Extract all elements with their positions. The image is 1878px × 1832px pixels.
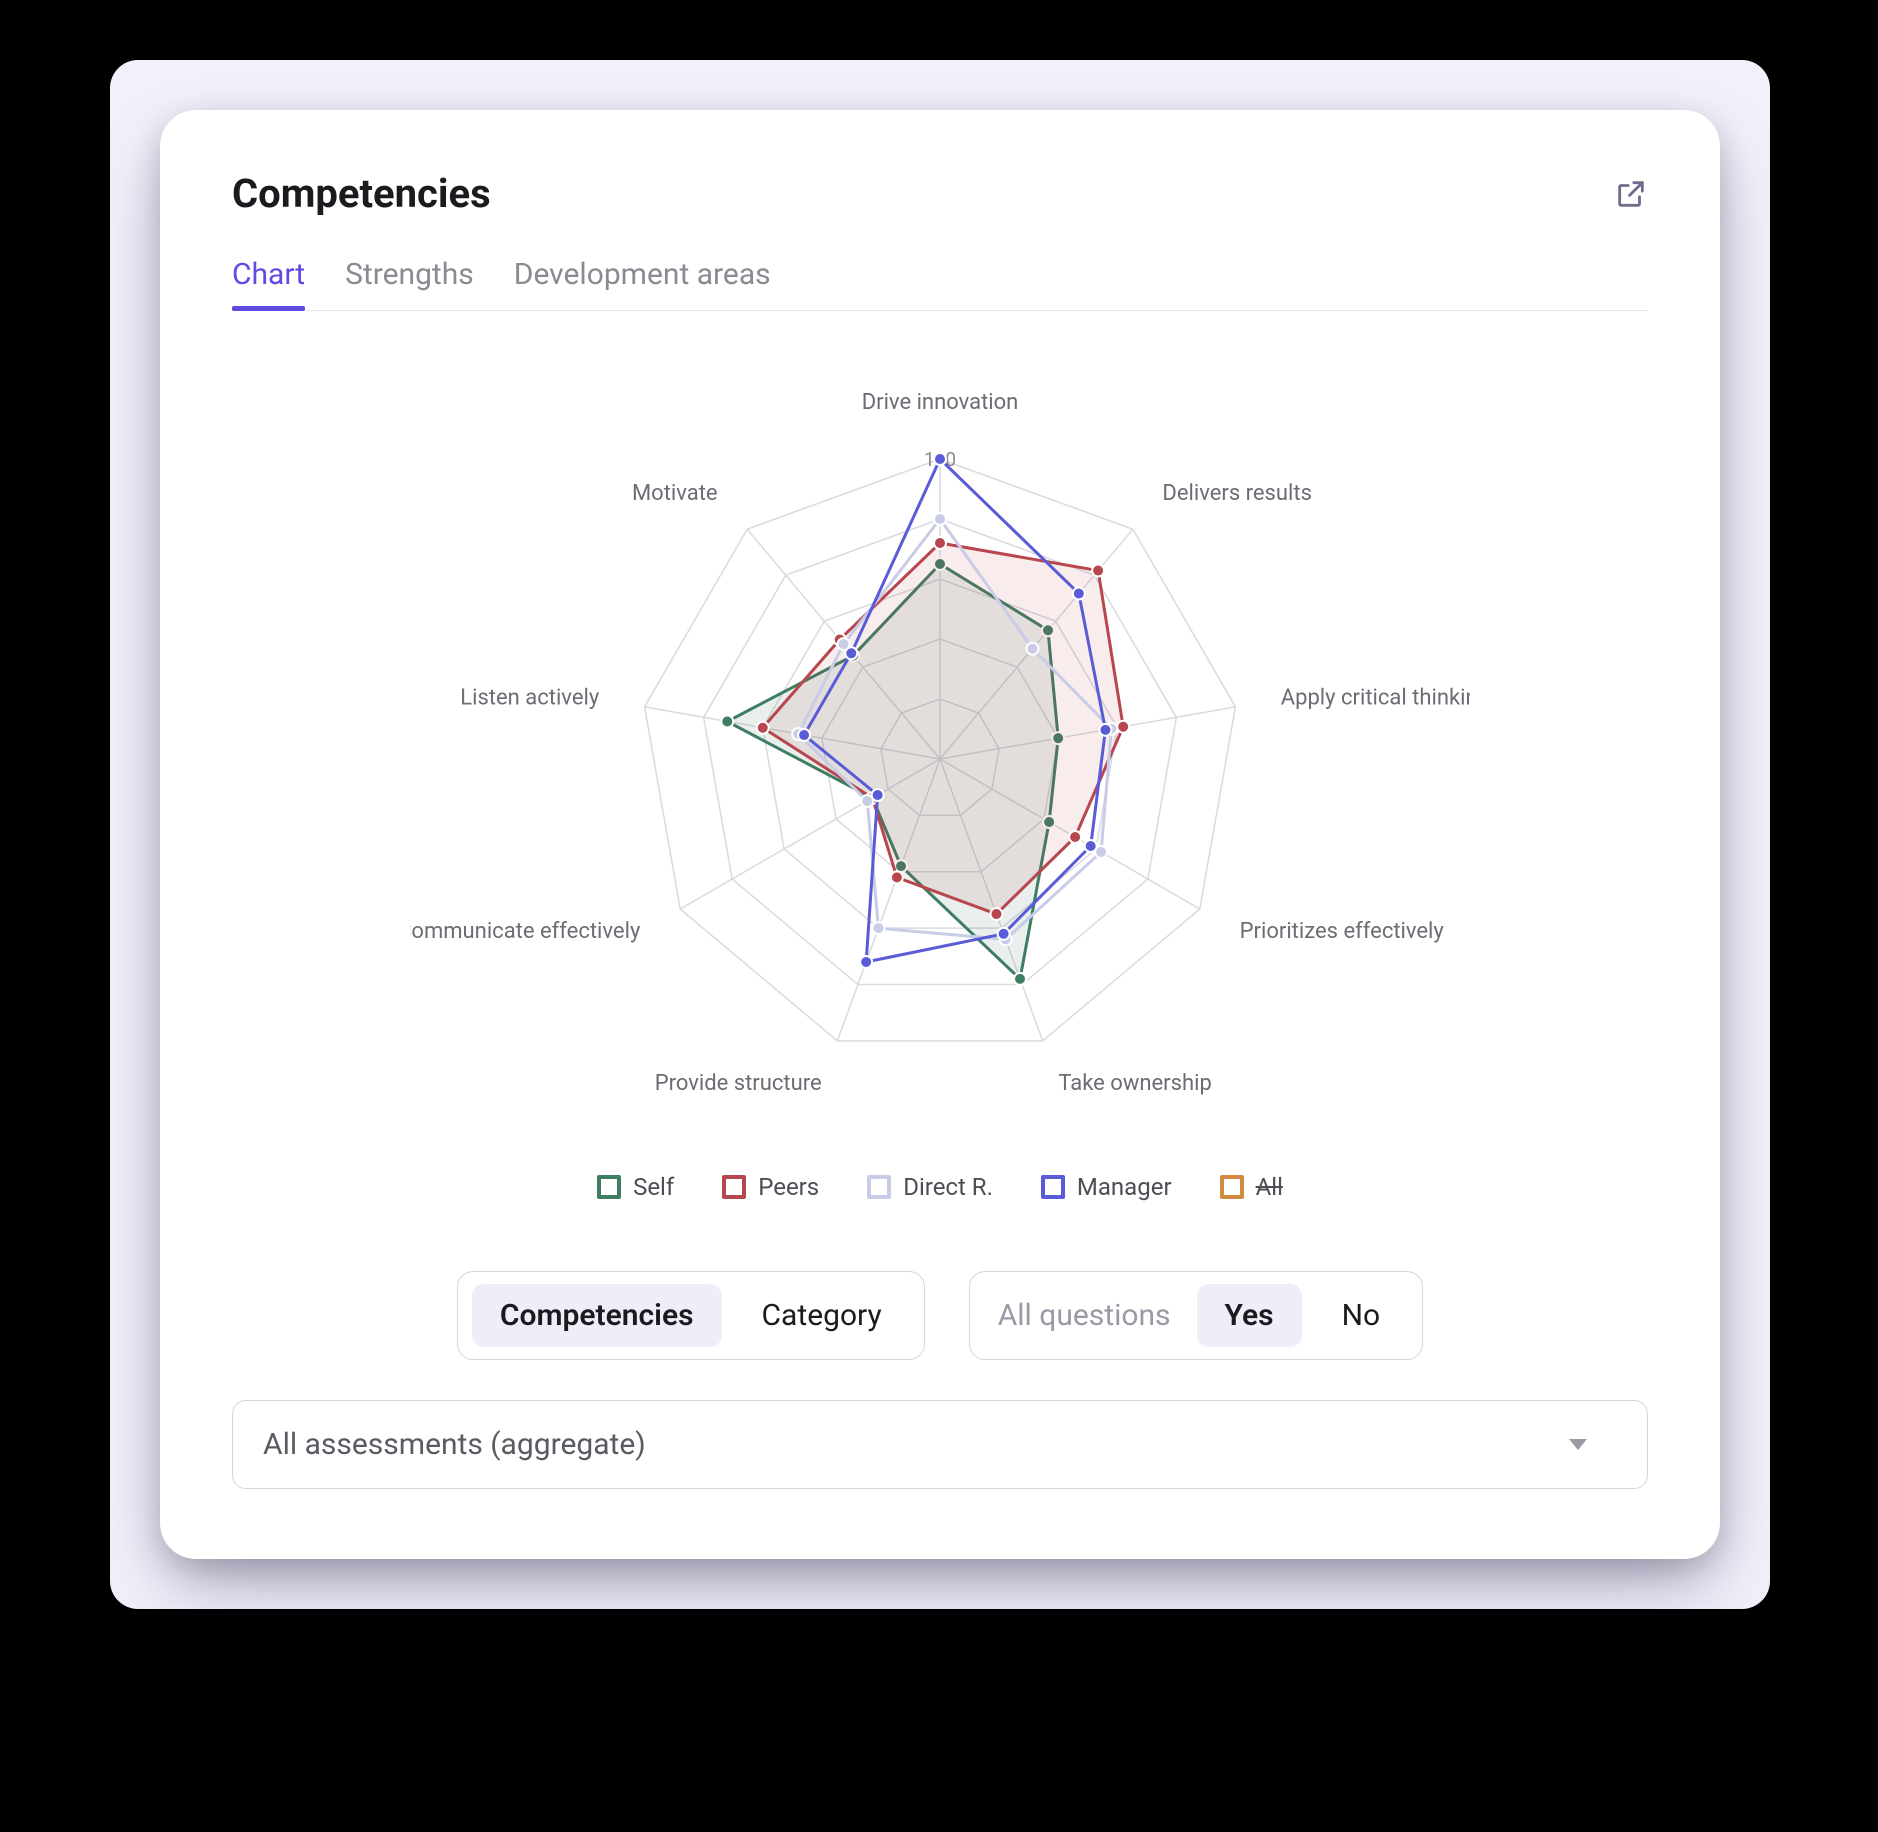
legend-swatch xyxy=(867,1175,891,1199)
legend-item[interactable]: Peers xyxy=(722,1173,819,1201)
svg-text:Listen actively: Listen actively xyxy=(460,686,600,711)
tab-development-areas[interactable]: Development areas xyxy=(514,257,771,310)
legend-swatch xyxy=(1220,1175,1244,1199)
tab-chart[interactable]: Chart xyxy=(232,257,305,310)
legend-label: Self xyxy=(633,1173,674,1201)
legend-item[interactable]: Direct R. xyxy=(867,1173,993,1201)
legend-label: Manager xyxy=(1077,1173,1172,1201)
legend-swatch xyxy=(597,1175,621,1199)
chart-legend: Self Peers Direct R. Manager All xyxy=(597,1173,1283,1201)
assessment-select-value: All assessments (aggregate) xyxy=(263,1427,646,1462)
segment-category[interactable]: Category xyxy=(734,1284,910,1347)
svg-text:Take ownership: Take ownership xyxy=(1058,1071,1211,1096)
competencies-card: Competencies Chart Strengths Development… xyxy=(160,110,1720,1559)
legend-swatch xyxy=(722,1175,746,1199)
assessment-select[interactable]: All assessments (aggregate) xyxy=(232,1400,1648,1489)
radar-chart: 100Drive innovationDelivers resultsApply… xyxy=(410,359,1470,1143)
legend-swatch xyxy=(1041,1175,1065,1199)
tab-strengths[interactable]: Strengths xyxy=(345,257,474,310)
svg-text:Apply critical thinking: Apply critical thinking xyxy=(1281,686,1470,711)
segment-competencies[interactable]: Competencies xyxy=(472,1284,722,1347)
segment-label-all-questions: All questions xyxy=(984,1298,1185,1333)
legend-item[interactable]: All xyxy=(1220,1173,1283,1201)
svg-text:Delivers results: Delivers results xyxy=(1162,481,1312,506)
segment-yes[interactable]: Yes xyxy=(1197,1284,1302,1347)
legend-label: Direct R. xyxy=(903,1173,993,1201)
card-tabs: Chart Strengths Development areas xyxy=(232,257,1648,311)
svg-text:Drive innovation: Drive innovation xyxy=(862,390,1019,415)
svg-text:Motivate: Motivate xyxy=(632,481,718,506)
all-questions-segmented: All questions Yes No xyxy=(969,1271,1423,1360)
card-title: Competencies xyxy=(232,170,491,217)
legend-label: Peers xyxy=(758,1173,819,1201)
chevron-down-icon xyxy=(1569,1439,1587,1450)
legend-item[interactable]: Manager xyxy=(1041,1173,1172,1201)
legend-label: All xyxy=(1256,1173,1283,1201)
open-external-icon[interactable] xyxy=(1614,177,1648,211)
svg-text:Prioritizes effectively: Prioritizes effectively xyxy=(1240,919,1445,944)
svg-text:Communicate effectively: Communicate effectively xyxy=(410,919,641,944)
svg-text:Provide structure: Provide structure xyxy=(655,1071,822,1096)
grouping-segmented: Competencies Category xyxy=(457,1271,925,1360)
legend-item[interactable]: Self xyxy=(597,1173,674,1201)
segment-no[interactable]: No xyxy=(1314,1284,1409,1347)
